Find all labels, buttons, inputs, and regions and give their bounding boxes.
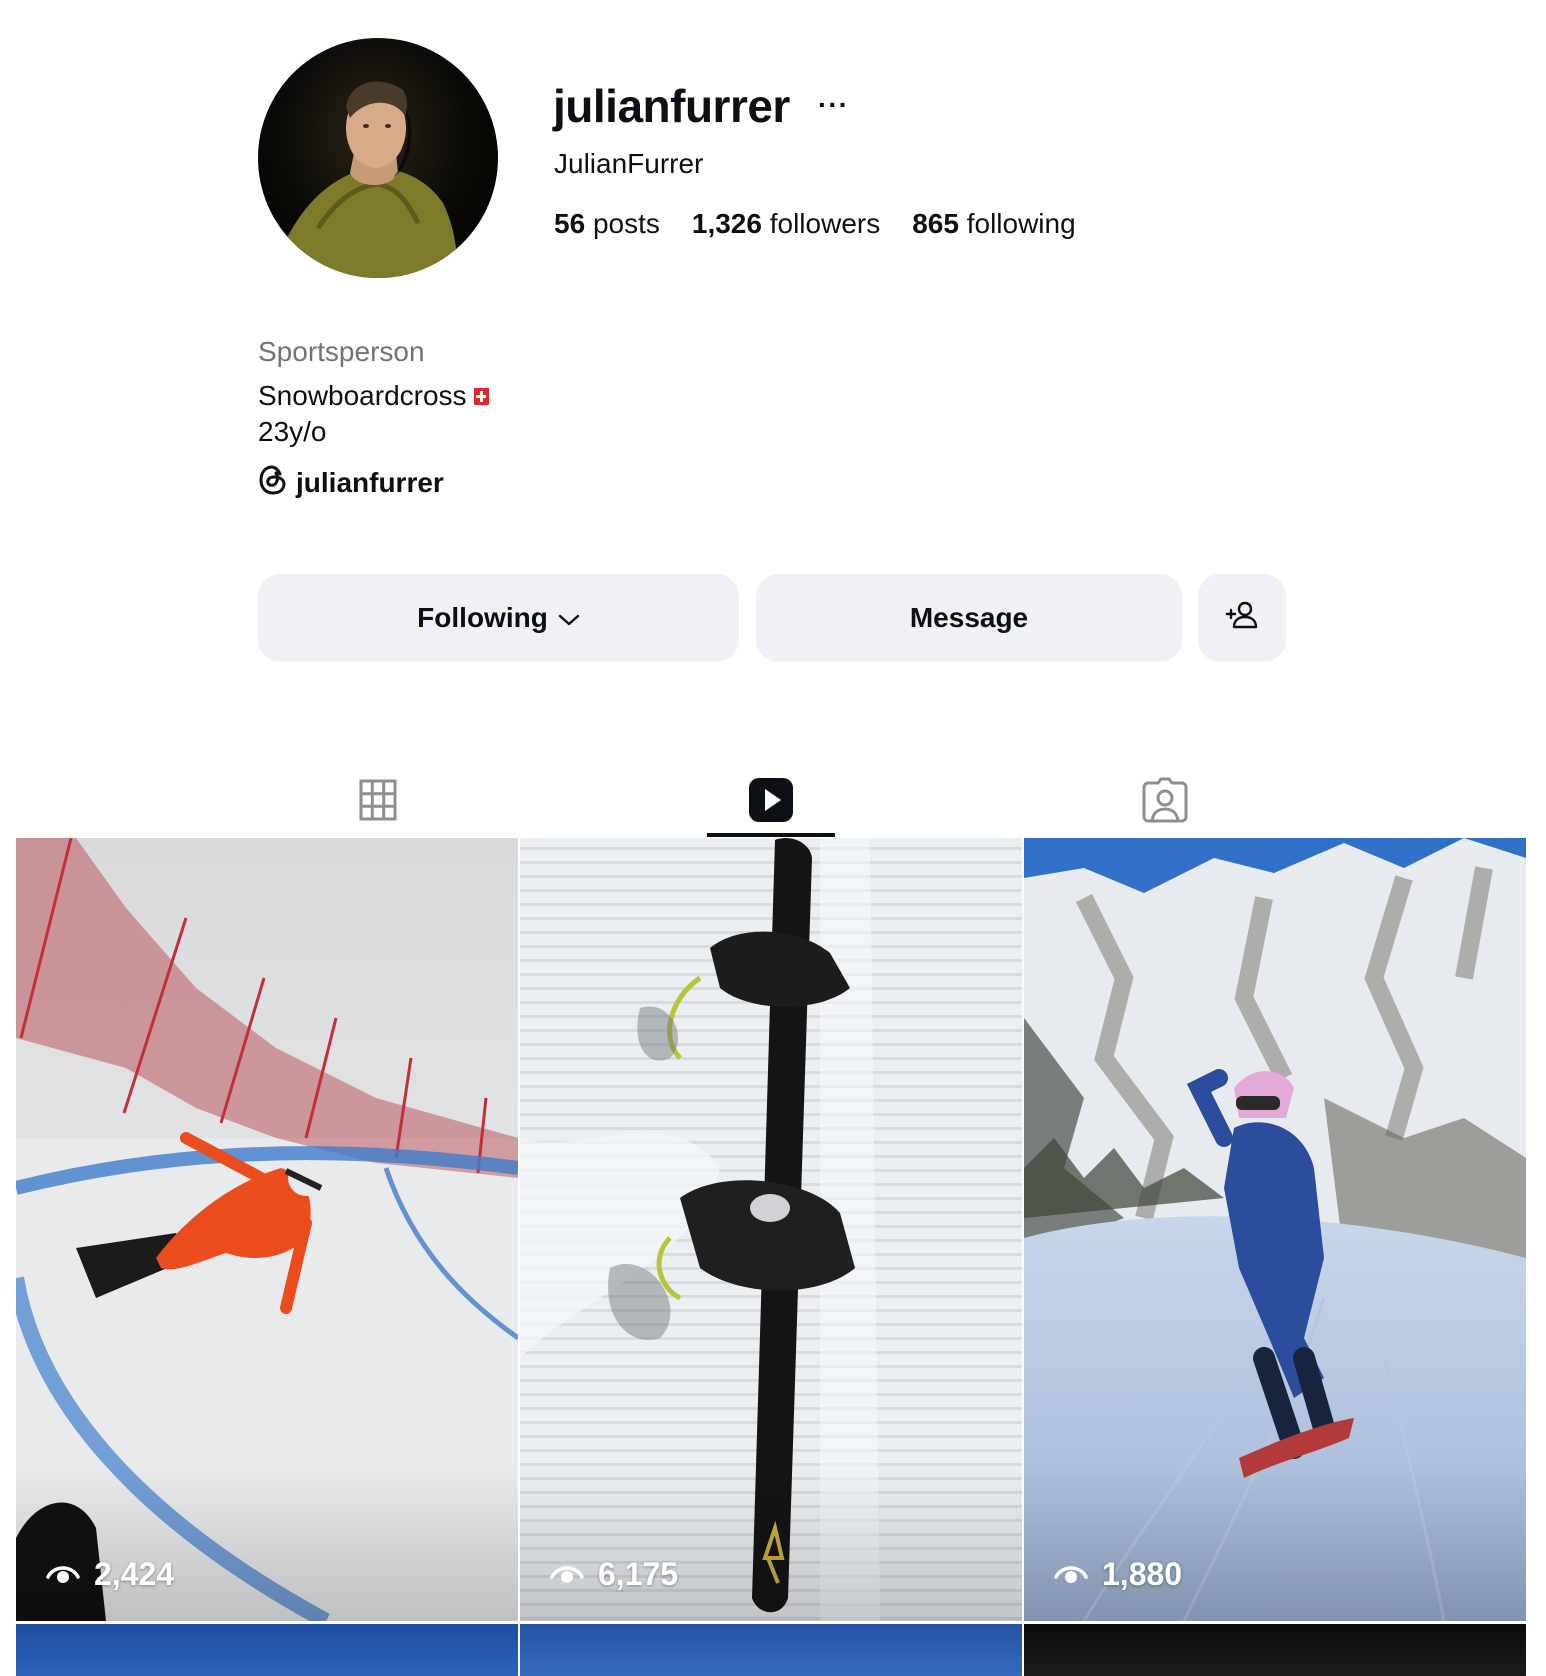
followers-count-label: followers bbox=[769, 208, 881, 239]
tab-tagged[interactable] bbox=[1101, 766, 1229, 838]
followers-count[interactable]: 1,326 followers bbox=[692, 206, 880, 242]
following-count[interactable]: 865 following bbox=[912, 206, 1075, 242]
profile-stats: 56 posts 1,326 followers 865 following bbox=[554, 206, 1076, 242]
profile-full-name: JulianFurrer bbox=[554, 148, 704, 179]
posts-count[interactable]: 56 posts bbox=[554, 206, 660, 242]
reel-thumbnail[interactable]: 1,880 bbox=[1024, 838, 1526, 1621]
more-options-icon[interactable]: ··· bbox=[818, 90, 849, 120]
view-count: 1,880 bbox=[1054, 1556, 1182, 1593]
message-button[interactable]: Message bbox=[756, 574, 1182, 662]
reel-thumbnail[interactable]: 2,424 bbox=[16, 838, 518, 1621]
reel-image-snowboard bbox=[520, 838, 1022, 1621]
reels-icon bbox=[748, 777, 794, 828]
eye-icon bbox=[46, 1563, 80, 1587]
bio-text: Snowboardcross bbox=[258, 380, 467, 411]
reel-thumbnail[interactable] bbox=[520, 1624, 1022, 1676]
reel-image-snowboardcross bbox=[16, 838, 518, 1621]
tab-reels[interactable] bbox=[707, 766, 835, 838]
view-count-value: 2,424 bbox=[94, 1556, 175, 1592]
active-tab-indicator bbox=[707, 833, 835, 837]
bio-line: Snowboardcross bbox=[258, 378, 489, 414]
threads-handle: julianfurrer bbox=[296, 466, 444, 498]
view-count-value: 1,880 bbox=[1102, 1556, 1183, 1592]
profile-category: Sportsperson bbox=[258, 336, 425, 367]
bio-age: 23y/o bbox=[258, 416, 327, 447]
suggested-users-button[interactable] bbox=[1198, 574, 1286, 662]
chevron-down-icon bbox=[558, 602, 580, 634]
following-button[interactable]: Following bbox=[258, 574, 739, 662]
view-count-value: 6,175 bbox=[598, 1556, 679, 1592]
followers-count-value: 1,326 bbox=[691, 208, 762, 239]
grid-icon bbox=[358, 778, 398, 827]
posts-count-label: posts bbox=[592, 208, 660, 239]
view-count: 6,175 bbox=[550, 1556, 678, 1593]
swiss-flag-icon bbox=[473, 387, 489, 405]
eye-icon bbox=[550, 1563, 584, 1587]
following-count-value: 865 bbox=[912, 208, 959, 239]
reel-thumbnail[interactable] bbox=[1024, 1624, 1526, 1676]
reel-thumbnail[interactable]: 6,175 bbox=[520, 838, 1022, 1621]
posts-count-value: 56 bbox=[554, 208, 586, 239]
threads-icon bbox=[258, 464, 288, 501]
profile-username: julianfurrer bbox=[553, 80, 790, 132]
tab-posts[interactable] bbox=[314, 766, 442, 838]
message-button-label: Message bbox=[909, 602, 1029, 633]
reel-image-mountain-rider bbox=[1024, 838, 1526, 1621]
tagged-icon bbox=[1142, 777, 1188, 828]
reel-thumbnail[interactable] bbox=[16, 1624, 518, 1676]
following-button-label: Following bbox=[417, 602, 548, 633]
profile-avatar[interactable] bbox=[258, 38, 498, 278]
threads-link[interactable]: julianfurrer bbox=[258, 464, 444, 501]
add-user-icon bbox=[1225, 600, 1259, 637]
eye-icon bbox=[1054, 1563, 1088, 1587]
following-count-label: following bbox=[966, 208, 1076, 239]
view-count: 2,424 bbox=[46, 1556, 174, 1593]
